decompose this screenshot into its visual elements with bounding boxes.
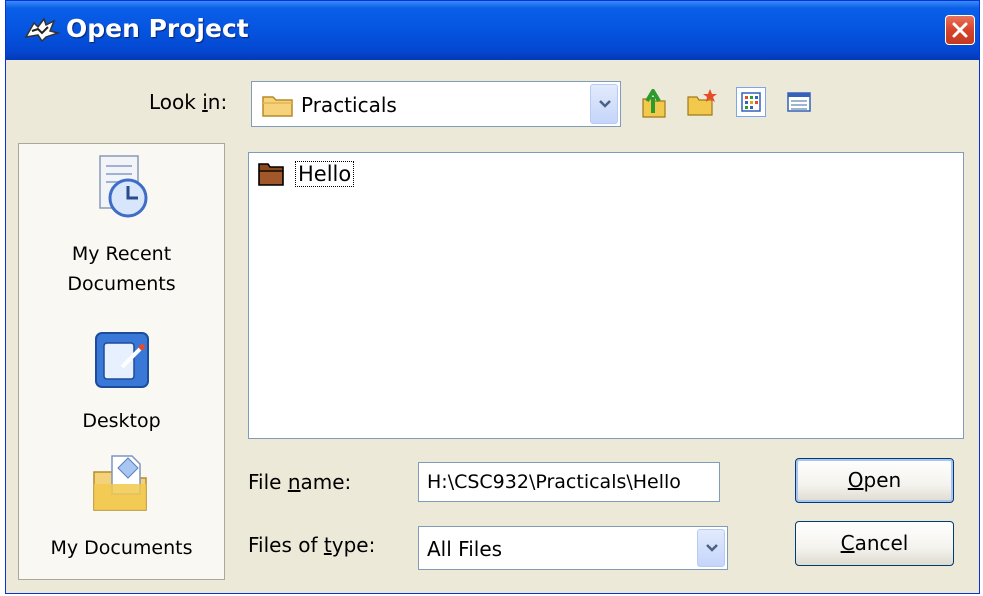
create-new-folder-icon[interactable]	[686, 87, 717, 117]
close-icon	[952, 22, 968, 38]
open-button[interactable]: Open	[795, 458, 954, 503]
window-title: Open Project	[66, 14, 249, 43]
file-type-dropdown[interactable]: All Files	[418, 526, 728, 570]
look-in-value: Practicals	[301, 93, 397, 117]
folder-icon	[258, 163, 284, 186]
desktop-icon	[94, 332, 149, 388]
list-view-icon[interactable]	[736, 87, 766, 117]
file-name-label: File name:	[248, 470, 352, 494]
my-documents-icon	[92, 455, 147, 511]
file-type-dropdown-button[interactable]	[697, 529, 725, 567]
look-in-dropdown[interactable]: Practicals	[251, 81, 621, 127]
details-view-icon[interactable]	[784, 87, 814, 117]
chevron-down-icon	[599, 100, 611, 108]
app-icon	[24, 17, 61, 43]
places-bar: My Recent Documents Desktop My Documents	[18, 143, 225, 580]
places-recent-label-line2: Documents	[67, 273, 176, 295]
places-my-documents-label: My Documents	[50, 537, 193, 559]
look-in-dropdown-button[interactable]	[590, 84, 618, 124]
up-one-level-icon[interactable]	[639, 87, 669, 118]
open-project-dialog: Open Project Look in: Practicals My Rece…	[5, 0, 980, 594]
cancel-button[interactable]: Cancel	[795, 521, 954, 566]
look-in-label: Look in:	[149, 90, 228, 114]
places-recent-documents[interactable]: My Recent Documents	[19, 152, 224, 300]
file-name-field[interactable]	[418, 462, 720, 502]
places-desktop[interactable]: Desktop	[19, 331, 224, 437]
recent-documents-icon	[98, 155, 147, 218]
file-type-label: Files of type:	[248, 533, 376, 557]
file-item-name: Hello	[295, 161, 355, 187]
places-recent-label-line1: My Recent	[71, 243, 172, 265]
folder-icon	[262, 92, 294, 122]
chevron-down-icon	[706, 544, 718, 552]
file-type-value: All Files	[427, 537, 503, 561]
title-bar[interactable]: Open Project	[6, 1, 979, 60]
places-desktop-label: Desktop	[82, 410, 161, 432]
places-my-documents[interactable]: My Documents	[19, 450, 224, 564]
file-name-input[interactable]	[419, 463, 719, 501]
file-list[interactable]: Hello	[248, 152, 964, 439]
close-button[interactable]	[945, 15, 975, 45]
